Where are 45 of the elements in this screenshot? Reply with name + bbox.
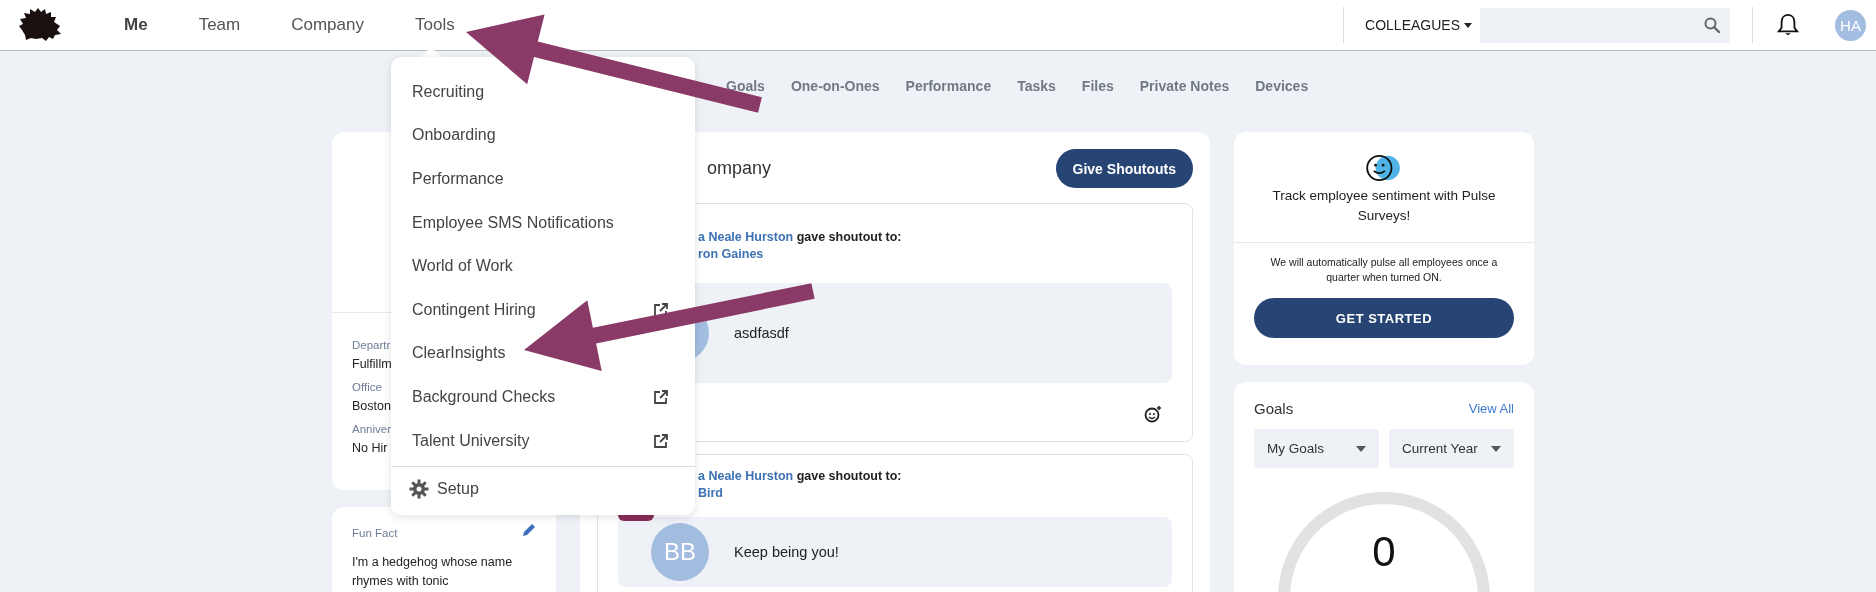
message-text: Keep being you! xyxy=(734,544,839,560)
feed-title: ompany xyxy=(707,158,772,179)
sub-tab[interactable]: Files xyxy=(1081,78,1114,94)
field-label: Departr xyxy=(352,339,391,351)
field-label: Office xyxy=(352,381,382,393)
nav-tab[interactable]: Tools xyxy=(414,15,455,35)
menu-item[interactable]: Employee SMS Notifications xyxy=(391,200,695,245)
message-text: asdfasdf xyxy=(734,325,789,341)
menu-item[interactable]: Onboarding xyxy=(391,113,695,158)
shoutout-header: a Neale Hurston gave shoutout to: xyxy=(698,469,902,483)
nav-tab[interactable]: Team xyxy=(198,15,241,35)
shoutout-header: a Neale Hurston gave shoutout to: xyxy=(698,230,902,244)
menu-item[interactable]: World of Work xyxy=(391,244,695,288)
field-value: No Hir xyxy=(352,441,388,455)
filter-dropdown[interactable]: My Goals xyxy=(1254,429,1379,468)
menu-item[interactable]: Background Checks xyxy=(391,375,695,419)
recipient-link[interactable]: Bird xyxy=(698,486,902,500)
menu-item[interactable]: Performance xyxy=(391,157,695,201)
give-shoutouts-button[interactable]: Give Shoutouts xyxy=(1055,149,1193,188)
pulse-note: We will automatically pulse all employees once a quarter when turned ON. xyxy=(1269,255,1499,285)
get-started-button[interactable]: GET STARTED xyxy=(1254,298,1514,338)
menu-item[interactable]: ClearInsights xyxy=(391,331,695,376)
filter-dropdown[interactable]: Current Year xyxy=(1389,429,1514,468)
nav-tab[interactable]: Me xyxy=(124,15,148,35)
nav-tab[interactable]: Company xyxy=(291,15,364,35)
field-label: Anniver xyxy=(352,423,391,435)
sub-tab[interactable]: One-on-Ones xyxy=(790,78,880,94)
goals-title: Goals xyxy=(1254,400,1294,417)
menu-item[interactable]: Recruiting xyxy=(391,70,695,114)
field-value: Boston xyxy=(352,399,391,413)
recipient-link[interactable]: ron Gaines xyxy=(698,247,902,261)
setup-menu-item[interactable]: Setup xyxy=(391,467,695,511)
goals-count: 0 xyxy=(1371,528,1397,576)
sub-tab[interactable]: Performance xyxy=(905,78,992,94)
menu-item[interactable]: Talent University xyxy=(391,418,695,463)
recipient-avatar: BB xyxy=(651,523,709,581)
sub-tab[interactable]: Devices xyxy=(1255,78,1309,94)
fun-fact-title: Fun Fact xyxy=(352,527,398,539)
fun-fact-text: I'm a hedgehog whose name rhymes with tonic xyxy=(352,554,514,590)
field-value: Fulfillm xyxy=(352,357,392,371)
sub-tab[interactable]: Private Notes xyxy=(1139,78,1230,94)
sub-tab[interactable]: Tasks xyxy=(1017,78,1056,94)
pulse-headline: Track employee sentiment with Pulse Surveys! xyxy=(1271,187,1497,225)
view-all-link[interactable]: View All xyxy=(1468,401,1514,416)
sub-tab[interactable]: Goals xyxy=(726,78,765,94)
